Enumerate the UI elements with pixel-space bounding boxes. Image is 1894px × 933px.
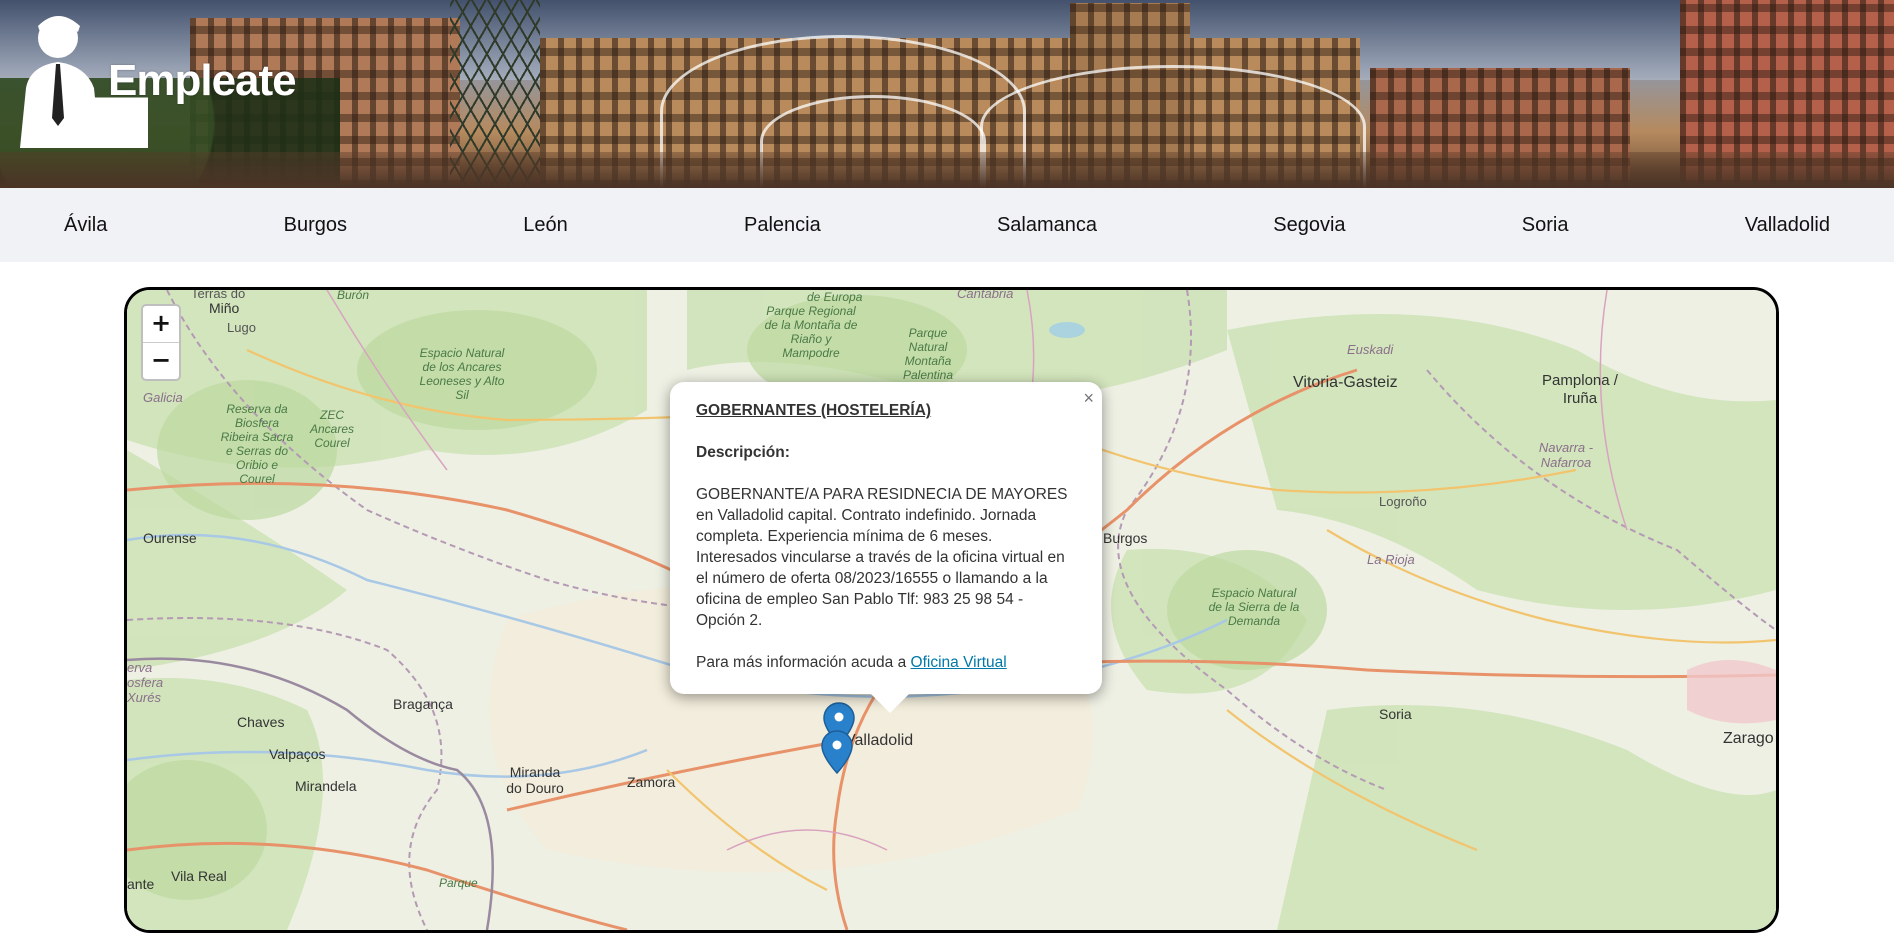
map-label: Navarra - Nafarroa	[1538, 440, 1594, 470]
map-label: Miño	[209, 300, 240, 316]
map-label: Ourense	[143, 530, 197, 546]
nav-item-segovia[interactable]: Segovia	[1267, 206, 1351, 245]
popup-close-button[interactable]: ×	[1083, 388, 1094, 409]
map-label: Pamplona / Iruña	[1542, 372, 1618, 407]
map-label: Valpaços	[269, 746, 326, 762]
map-label: La Rioja	[1367, 552, 1415, 567]
job-title: GOBERNANTES (HOSTELERÍA)	[696, 402, 932, 419]
nav-item-avila[interactable]: Ávila	[58, 206, 113, 245]
map-label: ante	[127, 876, 155, 892]
zoom-out-button[interactable]: −	[143, 342, 179, 379]
map-label: ZEC Ancares Courel	[309, 408, 355, 450]
map-label: Galicia	[143, 390, 183, 405]
map-label: Chaves	[237, 714, 285, 730]
map-label: Zamora	[627, 774, 676, 790]
map-label: Vitoria-Gasteiz	[1293, 374, 1398, 391]
map-label: Parque	[439, 876, 478, 890]
map-label: Logroño	[1379, 494, 1427, 509]
zoom-in-button[interactable]: +	[143, 306, 179, 342]
map-label: Parque Regional de la Montaña de Riaño y…	[764, 304, 858, 360]
map-label: Cantabria	[957, 287, 1014, 301]
job-description: GOBERNANTE/A PARA RESIDNECIA DE MAYORES …	[696, 486, 1068, 629]
nav-item-salamanca[interactable]: Salamanca	[991, 206, 1103, 245]
province-nav: Ávila Burgos León Palencia Salamanca Seg…	[0, 188, 1894, 262]
map-label: Vila Real	[171, 868, 227, 884]
map-label: Zarago	[1723, 730, 1774, 747]
map-label: Burón	[337, 288, 370, 302]
more-info: Para más información acuda a Oficina Vir…	[696, 652, 1076, 673]
brand-name: Empleate	[108, 56, 297, 105]
zoom-control: + −	[141, 304, 181, 381]
map-label: Reserva da Biosfera Ribeira Sacra e Serr…	[220, 402, 294, 486]
map-label: Terras do	[191, 287, 246, 301]
map-label: Miranda do Douro	[506, 764, 564, 796]
banner-plaza	[0, 152, 1894, 188]
job-map[interactable]: Terras do Miño Lugo Galicia Reserva da B…	[124, 287, 1779, 933]
map-label: Burgos	[1103, 530, 1148, 546]
map-label: Soria	[1379, 706, 1412, 722]
nav-item-burgos[interactable]: Burgos	[278, 206, 353, 245]
job-marker[interactable]	[821, 730, 853, 774]
map-label: Espacio Natural de los Ancares Leoneses …	[419, 346, 505, 402]
nav-item-leon[interactable]: León	[517, 206, 574, 245]
map-label: Lugo	[227, 320, 256, 335]
oficina-virtual-link[interactable]: Oficina Virtual	[911, 654, 1007, 671]
header-banner: Empleate	[0, 0, 1894, 188]
more-info-text: Para más información acuda a	[696, 654, 911, 671]
brand-logo[interactable]: Empleate	[8, 8, 297, 149]
map-label: Mirandela	[295, 778, 357, 794]
map-label: Valladolid	[845, 732, 914, 749]
map-label: Euskadi	[1347, 342, 1394, 357]
map-label: Espacio Natural de la Sierra de la Deman…	[1208, 586, 1300, 628]
map-label: Bragança	[393, 696, 453, 712]
map-label: de Europa	[807, 290, 863, 304]
nav-item-soria[interactable]: Soria	[1516, 206, 1575, 245]
map-label: erva osfera Xurés	[127, 660, 164, 705]
description-label: Descripción:	[696, 444, 790, 461]
job-popup: × GOBERNANTES (HOSTELERÍA) Descripción: …	[670, 382, 1102, 713]
nav-item-palencia[interactable]: Palencia	[738, 206, 827, 245]
nav-item-valladolid[interactable]: Valladolid	[1739, 206, 1836, 245]
map-label: Parque Natural Montaña Palentina	[902, 326, 954, 382]
